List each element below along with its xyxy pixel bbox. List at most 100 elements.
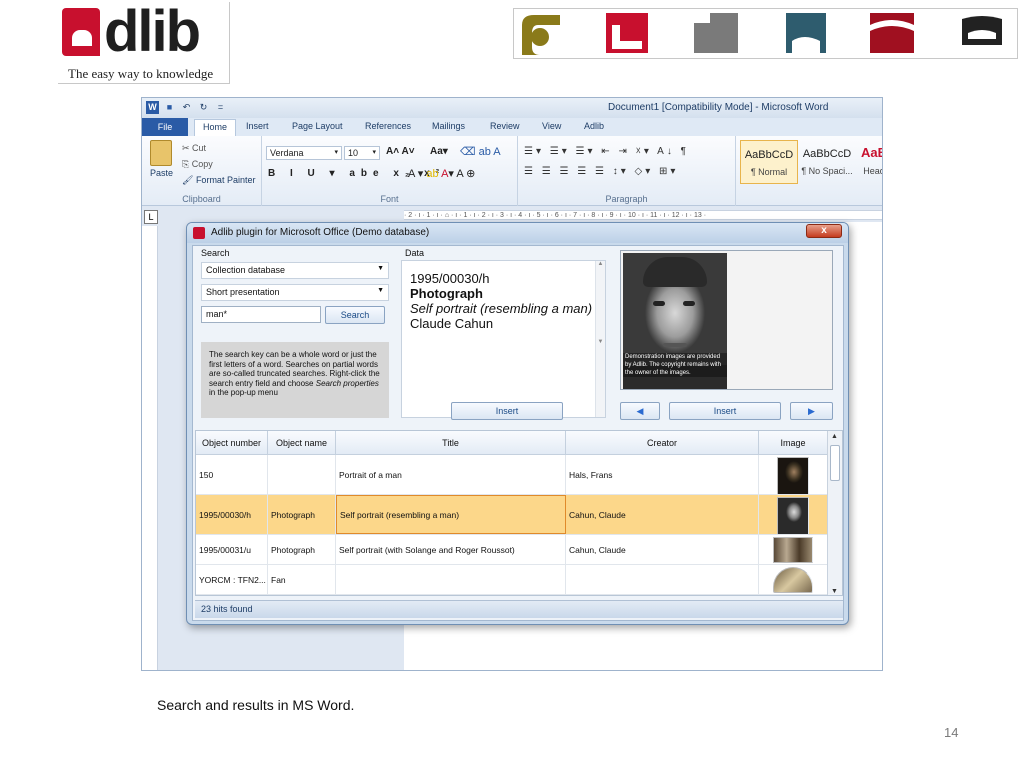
text-color-icons[interactable]: A ▾ ab A▾ A ⊕: [408, 167, 475, 180]
style-heading[interactable]: AaB Head: [854, 140, 882, 184]
cell-creator: Cahun, Claude: [566, 495, 759, 534]
paragraph-group: ☰▾ ☰▾ ☰▾ ⇤ ⇥ ☓▾ A↓ ¶ ☰ ☰ ☰ ☰ ☰ ↕▾ ◇▾ ⊞▾ …: [518, 136, 736, 206]
quick-access-toolbar: W ■ ↶ ↻ =: [146, 101, 227, 114]
column-header-image[interactable]: Image: [759, 431, 828, 455]
tile-crimson: [868, 11, 914, 55]
cell-title: Self portrait (with Solange and Roger Ro…: [336, 535, 566, 564]
cell-object-number: YORCM : TFN2...: [196, 565, 268, 594]
paste-icon[interactable]: [150, 140, 172, 166]
tab-adlib[interactable]: Adlib: [584, 121, 604, 131]
insert-data-button[interactable]: Insert: [451, 402, 563, 420]
data-scrollbar[interactable]: ▲ ▼: [595, 261, 605, 417]
cell-object-name: Photograph: [268, 535, 336, 564]
search-input[interactable]: man*: [201, 306, 321, 323]
column-header-object-name[interactable]: Object name: [268, 431, 336, 455]
tile-black: [958, 11, 1004, 55]
insert-image-button[interactable]: Insert: [669, 402, 781, 420]
table-row-selected[interactable]: 1995/00030/h Photograph Self portrait (r…: [196, 495, 828, 535]
tab-insert[interactable]: Insert: [246, 121, 269, 131]
brand-tiles-banner: [513, 8, 1018, 59]
vertical-ruler[interactable]: [142, 226, 158, 670]
tab-view[interactable]: View: [542, 121, 561, 131]
adlib-app-icon: [193, 227, 205, 239]
list-indent-buttons[interactable]: ☰▾ ☰▾ ☰▾ ⇤ ⇥ ☓▾ A↓ ¶: [524, 146, 689, 157]
chevron-down-icon: ▼: [377, 287, 384, 294]
tile-grey: [692, 11, 738, 55]
close-button[interactable]: x: [806, 224, 842, 238]
paragraph-group-label: Paragraph: [605, 194, 648, 204]
horizontal-ruler[interactable]: · 2 · ı · 1 · ı · ⌂ · ı · 1 · ı · 2 · ı …: [404, 210, 882, 220]
column-header-creator[interactable]: Creator: [566, 431, 759, 455]
clear-format-icons[interactable]: ⌫ ab A: [460, 145, 501, 158]
search-button[interactable]: Search: [325, 306, 385, 324]
presentation-select[interactable]: Short presentation ▼: [201, 284, 389, 301]
grow-shrink-font-icons[interactable]: A˄ A˅: [386, 146, 415, 157]
data-section-label: Data: [405, 248, 425, 258]
table-row[interactable]: 1995/00031/u Photograph Self portrait (w…: [196, 535, 828, 565]
word-app-icon[interactable]: W: [146, 101, 159, 114]
align-buttons[interactable]: ☰ ☰ ☰ ☰ ☰ ↕▾ ◇▾ ⊞▾: [524, 166, 678, 177]
scroll-up-icon[interactable]: ▲: [831, 433, 838, 440]
record-object-name: Photograph: [410, 286, 483, 301]
scroll-down-icon[interactable]: ▼: [831, 588, 838, 595]
font-size-select[interactable]: 10 ▾: [344, 146, 380, 160]
cell-image: [759, 495, 828, 534]
cell-object-name: Photograph: [268, 495, 336, 534]
logo-wordmark: dlib: [104, 0, 201, 64]
cell-object-name: [268, 455, 336, 494]
save-icon[interactable]: ■: [163, 101, 176, 114]
thumbnail-image: [777, 457, 809, 494]
hits-count: 23 hits found: [201, 604, 253, 614]
record-image-preview: Demonstration images are provided by Adl…: [620, 250, 833, 390]
record-number: 1995/00030/h: [410, 271, 490, 286]
style-normal[interactable]: AaBbCcD ¶ Normal: [740, 140, 798, 184]
chevron-down-icon: ▼: [377, 265, 384, 272]
change-case-icon[interactable]: Aa▾: [430, 146, 448, 157]
cell-object-number: 1995/00031/u: [196, 535, 268, 564]
tab-file[interactable]: File: [142, 118, 188, 136]
record-title: Self portrait (resembling a man): [410, 301, 593, 316]
font-family-select[interactable]: Verdana ▾: [266, 146, 342, 160]
results-table: Object number Object name Title Creator …: [195, 430, 843, 596]
table-row[interactable]: YORCM : TFN2... Fan: [196, 565, 828, 595]
table-row[interactable]: 150 Portrait of a man Hals, Frans: [196, 455, 828, 495]
cell-creator: Cahun, Claude: [566, 535, 759, 564]
thumbnail-image: [773, 537, 813, 563]
format-painter-button[interactable]: 🖌 Format Painter: [182, 172, 255, 188]
record-data-panel[interactable]: 1995/00030/h Photograph Self portrait (r…: [401, 260, 606, 418]
column-header-title[interactable]: Title: [336, 431, 566, 455]
style-no-spacing[interactable]: AaBbCcD ¶ No Spaci...: [798, 140, 856, 184]
paste-button[interactable]: Paste: [150, 168, 173, 178]
cell-title: [336, 565, 566, 594]
clipboard-group: Paste ✂ Cut ⎘ Copy 🖌 Format Painter Clip…: [142, 136, 262, 206]
tab-page-layout[interactable]: Page Layout: [292, 121, 343, 131]
ribbon-home: Paste ✂ Cut ⎘ Copy 🖌 Format Painter Clip…: [142, 136, 882, 206]
undo-icon[interactable]: ↶: [180, 101, 193, 114]
dialog-title: Adlib plugin for Microsoft Office (Demo …: [211, 227, 430, 238]
tab-home[interactable]: Home: [194, 119, 237, 136]
cut-button[interactable]: ✂ Cut: [182, 140, 255, 156]
search-help-text: The search key can be a whole word or ju…: [201, 342, 389, 418]
scroll-thumb[interactable]: [830, 445, 840, 481]
cell-image: [759, 455, 828, 494]
next-image-button[interactable]: ▶: [790, 402, 833, 420]
previous-image-button[interactable]: ◀: [620, 402, 660, 420]
results-scrollbar[interactable]: ▲ ▼: [827, 431, 842, 595]
cell-object-number: 150: [196, 455, 268, 494]
tab-selector-button[interactable]: L: [144, 210, 158, 224]
adlib-logo: dlib The easy way to knowledge: [58, 0, 230, 84]
word-titlebar: W ■ ↶ ↻ = Document1 [Compatibility Mode]…: [142, 98, 882, 118]
tab-references[interactable]: References: [365, 121, 411, 131]
tab-mailings[interactable]: Mailings: [432, 121, 465, 131]
copy-button[interactable]: ⎘ Copy: [182, 156, 255, 172]
database-select[interactable]: Collection database ▼: [201, 262, 389, 279]
cell-object-number: 1995/00030/h: [196, 495, 268, 534]
clipboard-group-label: Clipboard: [182, 194, 221, 204]
tab-review[interactable]: Review: [490, 121, 520, 131]
customize-qat-icon[interactable]: =: [214, 101, 227, 114]
thumbnail-image: [777, 497, 809, 534]
image-copyright-note: Demonstration images are provided by Adl…: [623, 353, 727, 377]
column-header-object-number[interactable]: Object number: [196, 431, 268, 455]
thumbnail-image: [773, 567, 813, 593]
redo-icon[interactable]: ↻: [197, 101, 210, 114]
